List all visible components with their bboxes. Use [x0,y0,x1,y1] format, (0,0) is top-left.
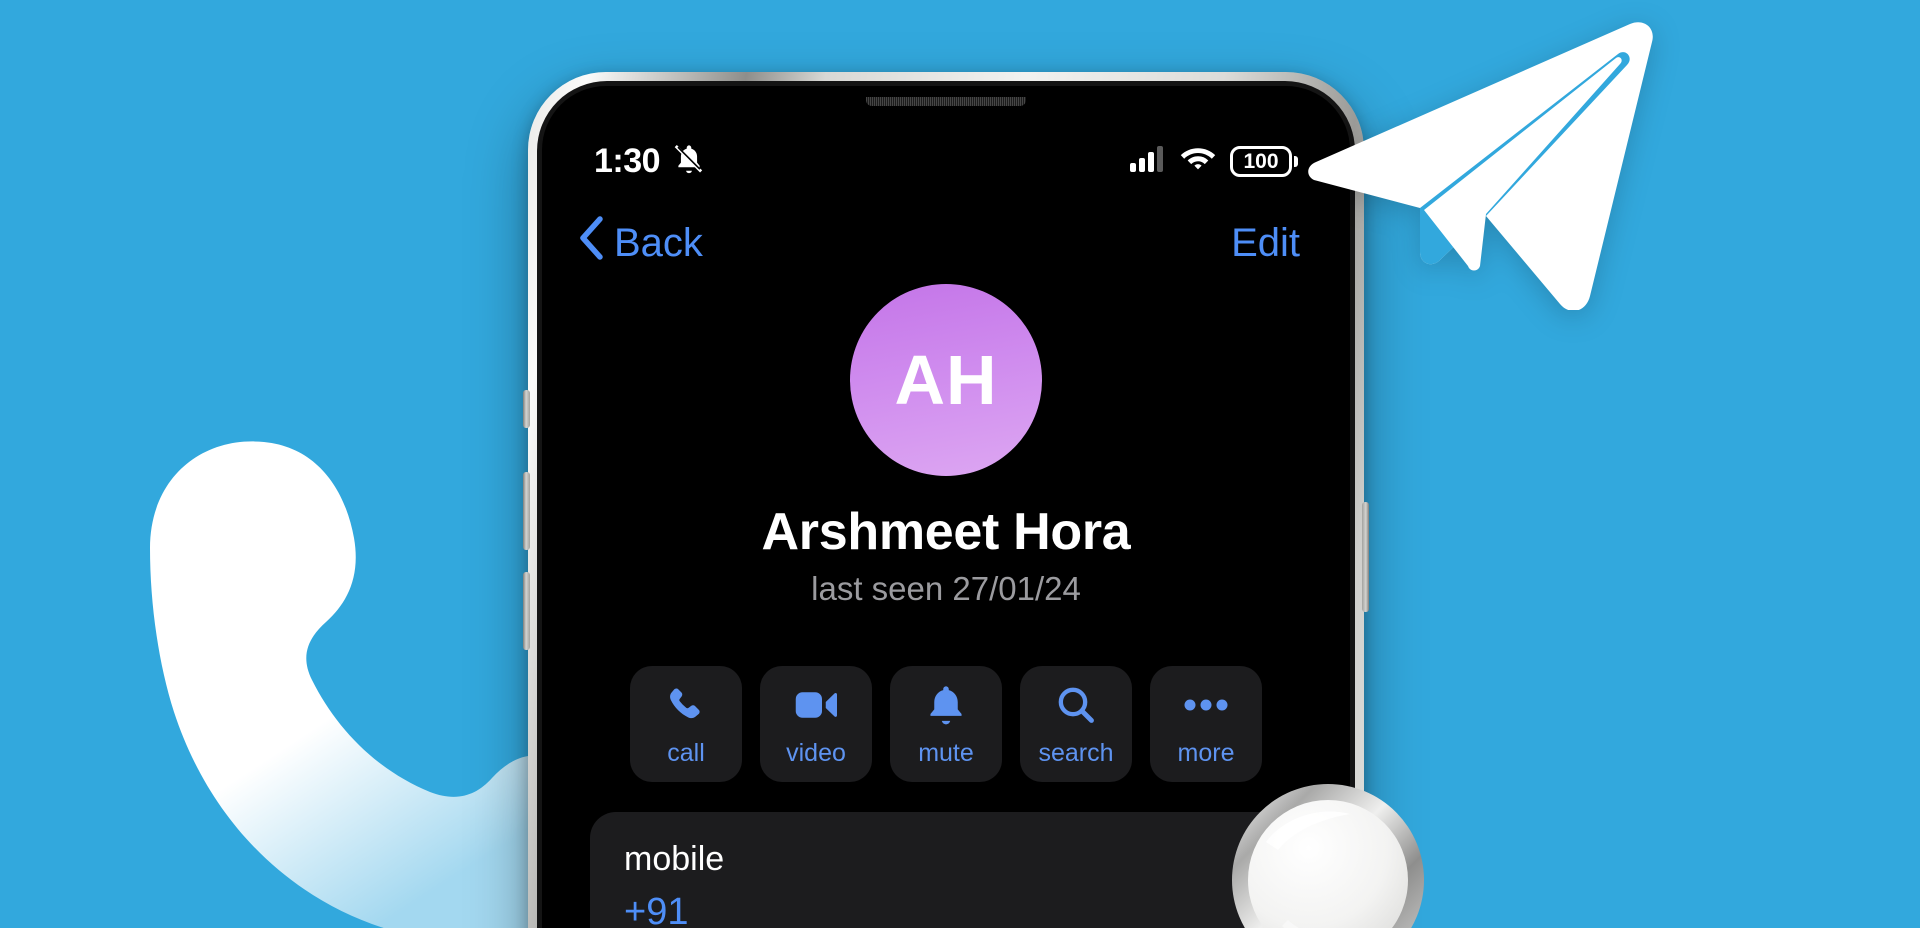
more-button[interactable]: more [1150,666,1262,782]
phone-handset-icon [140,430,560,928]
phone-screen: 1:30 100 Back Edit AH Arshmeet Hora last… [542,86,1350,928]
contact-info-card[interactable]: mobile +91 [590,812,1302,928]
status-time: 1:30 [594,141,661,180]
wifi-icon [1180,145,1216,177]
avatar[interactable]: AH [850,284,1042,476]
avatar-initials: AH [894,341,998,419]
edit-button[interactable]: Edit [1231,221,1314,266]
battery-icon: 100 [1230,145,1298,177]
phone-device: 1:30 100 Back Edit AH Arshmeet Hora last… [523,72,1369,928]
video-button-label: video [786,738,846,767]
search-icon [1056,683,1096,727]
status-bar: 1:30 100 [542,138,1350,184]
more-button-label: more [1177,738,1235,767]
back-button-label: Back [614,220,703,265]
search-button-label: search [1038,738,1114,767]
mute-button-label: mute [918,738,974,767]
navigation-bar: Back Edit [542,206,1350,280]
video-button[interactable]: video [760,666,872,782]
phone-number-value[interactable]: +91 [624,891,1268,928]
battery-cap [1294,155,1298,167]
mute-button[interactable]: mute [890,666,1002,782]
phone-type-label: mobile [624,840,725,878]
video-camera-icon [795,683,837,727]
speaker-grille [866,97,1026,106]
call-button[interactable]: call [630,666,742,782]
status-bar-left: 1:30 [594,142,706,181]
chevron-left-icon [578,216,604,270]
search-button[interactable]: search [1020,666,1132,782]
battery-percent-label: 100 [1243,149,1279,173]
battery-body: 100 [1230,145,1292,177]
screenshot-stage: 1:30 100 Back Edit AH Arshmeet Hora last… [0,0,1920,928]
contact-name: Arshmeet Hora [761,503,1131,561]
profile-header: AH Arshmeet Hora last seen 27/01/24 [542,284,1350,608]
back-button[interactable]: Back [578,216,703,270]
bell-icon [927,683,965,727]
phone-icon [666,683,706,727]
action-button-row: call video mute search more [542,666,1350,782]
volume-up-button[interactable] [523,472,530,550]
status-bar-right: 100 [1130,145,1298,177]
mute-switch-button[interactable] [523,390,530,428]
call-button-label: call [667,738,705,767]
bell-slash-icon [672,142,706,181]
volume-down-button[interactable] [523,572,530,650]
power-button[interactable] [1362,502,1369,612]
contact-status: last seen 27/01/24 [811,570,1081,607]
ellipsis-icon [1184,683,1228,727]
cellular-bars-icon [1130,145,1166,177]
